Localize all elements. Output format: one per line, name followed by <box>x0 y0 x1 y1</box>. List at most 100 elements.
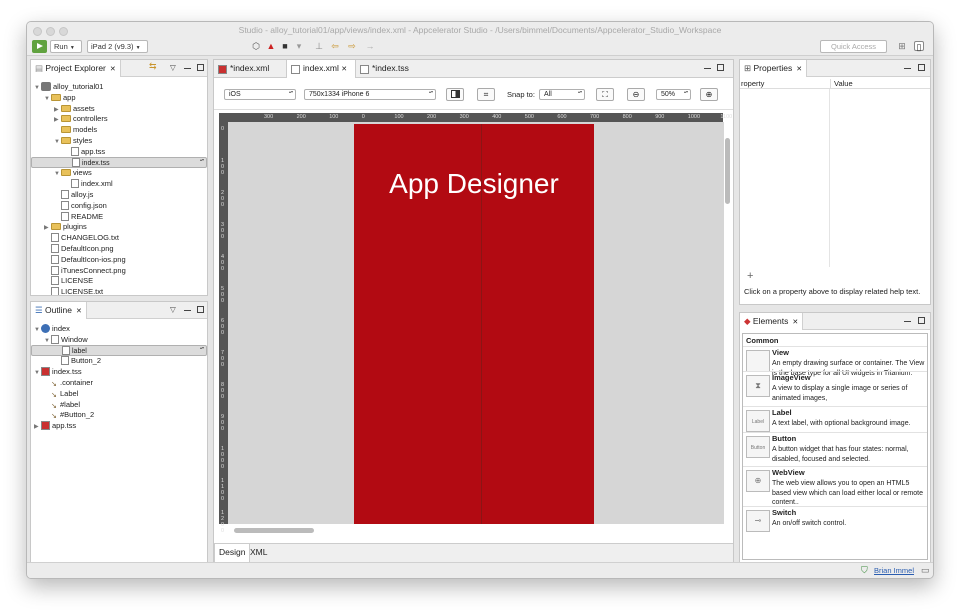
tree-item[interactable]: DefaultIcon-ios.png <box>31 254 207 265</box>
view-menu-icon[interactable]: ▽ <box>170 305 176 314</box>
add-property-button[interactable]: + <box>747 270 753 282</box>
tree-item[interactable]: ▼ index.tss <box>31 366 207 377</box>
pin-icon[interactable]: ⊥ <box>314 41 324 51</box>
minimize-light[interactable] <box>46 27 55 36</box>
run-dropdown[interactable]: Run ▼ <box>50 40 82 53</box>
vertical-scrollbar[interactable] <box>725 138 730 204</box>
tree-item[interactable]: ▼ app <box>31 92 207 103</box>
tree-item[interactable]: ▼ index <box>31 323 207 334</box>
tree-item[interactable]: label <box>31 344 207 356</box>
horizontal-scrollbar[interactable] <box>234 528 314 533</box>
tree-item[interactable]: ▼ alloy_tutorial01 <box>31 81 207 92</box>
user-link[interactable]: Brian Immel <box>874 566 914 575</box>
tab-xml[interactable]: XML <box>246 544 271 562</box>
sync-icon[interactable]: ⇆ <box>149 61 157 72</box>
chat-icon[interactable]: ▭ <box>921 565 930 576</box>
element-item-button[interactable]: Button Button A button widget that has fou… <box>743 432 927 466</box>
device-window[interactable]: App Designer <box>354 124 594 524</box>
minimize-icon[interactable] <box>184 68 191 69</box>
perspective-icon[interactable]: ⊞ <box>897 41 907 51</box>
collapsed-arrow-icon[interactable]: ▶ <box>34 422 41 433</box>
tree-item[interactable]: ▼ styles <box>31 135 207 146</box>
tree-item[interactable]: ▶ plugins <box>31 221 207 232</box>
device-select[interactable]: 750x1334 iPhone 6 <box>304 89 436 100</box>
tree-item[interactable]: ▼ Window <box>31 334 207 345</box>
platform-select[interactable]: iOS <box>224 89 296 100</box>
orientation-button[interactable] <box>446 88 464 101</box>
tree-item[interactable]: iTunesConnect.png <box>31 265 207 276</box>
tab-index-xml-dirty[interactable]: *index.xml <box>214 60 284 78</box>
column-property[interactable]: roperty <box>741 79 764 88</box>
close-icon[interactable]: ✕ <box>110 66 116 73</box>
tab-outline[interactable]: ☰ Outline ✕ <box>31 302 87 319</box>
tab-project-explorer[interactable]: ▤ Project Explorer ✕ <box>31 60 121 77</box>
snap-select[interactable]: All <box>539 89 585 100</box>
element-item-webview[interactable]: ⊕ WebView The web view allows you to open … <box>743 466 927 506</box>
run-play-button[interactable] <box>32 40 47 53</box>
tree-item[interactable]: index.tss <box>31 156 207 168</box>
tree-item[interactable]: README <box>31 211 207 222</box>
tab-design[interactable]: Design <box>214 544 251 562</box>
close-icon[interactable]: ✕ <box>341 66 347 73</box>
close-light[interactable] <box>33 27 42 36</box>
tree-item[interactable]: ▶ assets <box>31 103 207 114</box>
design-canvas[interactable]: App Designer <box>228 122 724 524</box>
minimize-icon[interactable] <box>904 68 911 69</box>
tree-item[interactable]: LICENSE.txt <box>31 286 207 295</box>
terminal-icon[interactable]: ■ <box>280 41 290 51</box>
zoom-out-button[interactable]: ⊖ <box>627 88 645 101</box>
tree-item[interactable]: alloy.js <box>31 189 207 200</box>
element-item-view[interactable]: View An empty drawing surface or containe… <box>743 346 927 377</box>
tree-item[interactable]: CHANGELOG.txt <box>31 232 207 243</box>
close-icon[interactable]: ✕ <box>796 66 802 73</box>
maximize-icon[interactable] <box>717 64 724 71</box>
tree-item[interactable]: ▼ views <box>31 167 207 178</box>
tab-properties[interactable]: ⊞ Properties ✕ <box>740 60 808 77</box>
target-dropdown[interactable]: iPad 2 (v9.3) ▼ <box>87 40 148 53</box>
tab-index-xml[interactable]: index.xml ✕ <box>286 60 356 78</box>
close-icon[interactable]: ✕ <box>76 308 82 315</box>
maximize-icon[interactable] <box>197 306 204 313</box>
quick-access-input[interactable]: Quick Access <box>820 40 887 53</box>
fit-button[interactable]: ⛶ <box>596 88 614 101</box>
tree-item[interactable]: ↘ .container <box>31 377 207 388</box>
minimize-icon[interactable] <box>904 321 911 322</box>
designer-perspective-icon[interactable]: ▯ <box>914 41 924 52</box>
tree-item[interactable]: Button_2 <box>31 355 207 366</box>
warning-icon[interactable]: ▲ <box>266 41 276 51</box>
element-item-switch[interactable]: ⊸ Switch An on/off switch control. <box>743 506 927 532</box>
maximize-icon[interactable] <box>918 64 925 71</box>
maximize-icon[interactable] <box>197 64 204 71</box>
close-icon[interactable]: ✕ <box>792 319 798 326</box>
package-icon[interactable]: ⬡ <box>251 41 261 51</box>
tree-item[interactable]: LICENSE <box>31 275 207 286</box>
tree-item[interactable]: ↘ #label <box>31 399 207 410</box>
tree-item[interactable]: DefaultIcon.png <box>31 243 207 254</box>
tab-index-tss-dirty[interactable]: *index.tss <box>356 60 426 78</box>
maximize-icon[interactable] <box>918 317 925 324</box>
minimize-icon[interactable] <box>704 68 711 69</box>
element-item-label[interactable]: Label Label A text label, with optional ba… <box>743 406 927 432</box>
element-item-imageview[interactable]: ⧗ ImageView A view to display a single ima… <box>743 371 927 406</box>
tree-item[interactable]: models <box>31 124 207 135</box>
zoom-select[interactable]: 50% <box>656 89 691 100</box>
forward-nav-icon[interactable]: ⇨ <box>347 41 357 51</box>
view-menu-icon[interactable]: ▽ <box>170 63 176 72</box>
minimize-icon[interactable] <box>184 310 191 311</box>
tree-item[interactable]: ▶ controllers <box>31 113 207 124</box>
forward-icon[interactable]: → <box>365 41 375 51</box>
column-value[interactable]: Value <box>830 79 853 88</box>
tree-item[interactable]: index.xml <box>31 178 207 189</box>
tree-item[interactable]: ↘ #Button_2 <box>31 409 207 420</box>
zoom-light[interactable] <box>59 27 68 36</box>
tree-item[interactable]: app.tss <box>31 146 207 157</box>
back-icon[interactable]: ⇦ <box>330 41 340 51</box>
dropdown-icon[interactable]: ▾ <box>294 41 304 51</box>
crop-button[interactable]: ⌗ <box>477 88 495 101</box>
app-designer-label[interactable]: App Designer <box>354 168 594 200</box>
tree-item[interactable]: ▶ app.tss <box>31 420 207 431</box>
tree-item[interactable]: ↘ Label <box>31 388 207 399</box>
tree-item[interactable]: config.json <box>31 200 207 211</box>
zoom-in-button[interactable]: ⊕ <box>700 88 718 101</box>
tab-elements[interactable]: ◆ Elements ✕ <box>740 313 804 330</box>
